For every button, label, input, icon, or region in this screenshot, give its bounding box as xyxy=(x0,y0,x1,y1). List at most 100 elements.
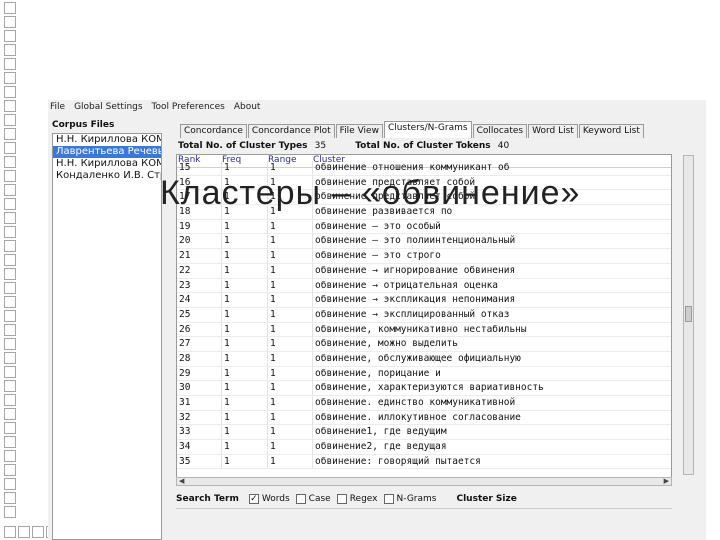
corpus-file-item[interactable]: Лаврентьева Речевы xyxy=(53,146,161,158)
corpus-files-label: Corpus Files xyxy=(52,120,115,130)
cell-rank: 21 xyxy=(177,249,222,263)
menu-file[interactable]: File xyxy=(50,102,65,116)
cell-rank: 33 xyxy=(177,425,222,440)
slide-bullet-column xyxy=(4,2,18,520)
cell-rank: 32 xyxy=(177,410,222,425)
slide-bullet-square xyxy=(4,16,16,28)
checkbox-regex[interactable] xyxy=(336,494,347,504)
checkbox-label: Words xyxy=(261,494,290,504)
checkbox-label: N-Grams xyxy=(396,494,437,504)
cell-freq: 1 xyxy=(222,351,268,366)
cell-freq: 1 xyxy=(222,425,268,440)
tab-concordance[interactable]: Concordance xyxy=(180,124,247,138)
menu-global-settings[interactable]: Global Settings xyxy=(74,102,142,116)
slide-bullet-square xyxy=(4,100,16,112)
cell-rank: 26 xyxy=(177,322,222,337)
slide-bullet-square xyxy=(4,282,16,294)
scroll-left-icon[interactable]: ◀ xyxy=(179,477,184,485)
cluster-stats: Total No. of Cluster Types 35 Total No. … xyxy=(178,141,513,151)
tab-concordance-plot[interactable]: Concordance Plot xyxy=(247,124,335,138)
slide-bullet-square xyxy=(4,464,16,476)
checkbox-case[interactable] xyxy=(295,494,306,504)
tab-collocates[interactable]: Collocates xyxy=(472,124,528,138)
cell-freq: 1 xyxy=(222,278,268,293)
cell-cluster: обвинение → отрицательная оценка xyxy=(315,279,499,291)
slide-bullet-square xyxy=(4,184,16,196)
corpus-file-item[interactable]: Н.Н. Кириллова КОМ xyxy=(53,158,161,170)
cell-range: 1 xyxy=(268,161,313,175)
cell-rank: 31 xyxy=(177,396,222,410)
table-row[interactable]: 23 1 1 обвинение → отрицательная оценка xyxy=(177,278,671,294)
slide-bullet-square xyxy=(4,86,16,98)
corpus-file-item[interactable]: Кондаленко И.В. Стр xyxy=(53,170,161,182)
slide-bullet-square xyxy=(4,254,16,266)
cell-freq: 1 xyxy=(222,249,268,263)
cell-range: 1 xyxy=(268,366,313,381)
menu-about[interactable]: About xyxy=(234,102,261,116)
cell-rank: 25 xyxy=(177,307,222,322)
checkbox-words[interactable]: ✓ xyxy=(248,494,259,504)
cell-range: 1 xyxy=(268,322,313,337)
cell-cluster: обвинение – это строго xyxy=(315,250,441,262)
cell-range: 1 xyxy=(268,278,313,293)
table-row[interactable]: 27 1 1 обвинение, можно выделить xyxy=(177,337,671,352)
slide-bullet-square xyxy=(4,310,16,322)
table-row[interactable]: 34 1 1 обвинение2, где ведущая xyxy=(177,440,671,455)
slide-bullet-square xyxy=(4,324,16,336)
slide-bullet-square xyxy=(4,506,16,518)
menu-bar: File Global Settings Tool Preferences Ab… xyxy=(48,102,260,116)
slide-bullet-square xyxy=(4,394,16,406)
tab-file-view[interactable]: File View xyxy=(335,124,383,138)
table-row[interactable]: 21 1 1 обвинение – это строго xyxy=(177,249,671,264)
horizontal-scrollbar[interactable]: ◀ ▶ xyxy=(176,477,672,486)
slide-bullet-square xyxy=(4,408,16,420)
checkbox-label: Regex xyxy=(349,494,378,504)
tab-keyword-list[interactable]: Keyword List xyxy=(578,124,644,138)
scroll-thumb[interactable] xyxy=(685,306,692,322)
cell-rank: 15 xyxy=(177,161,222,175)
cell-freq: 1 xyxy=(222,234,268,249)
table-row[interactable]: 24 1 1 обвинение → экспликация непонимания xyxy=(177,293,671,308)
table-row[interactable]: 26 1 1 обвинение, коммуникативно нестабильн… xyxy=(177,322,671,338)
slide-bullet-square xyxy=(4,338,16,350)
checkbox-n-grams[interactable] xyxy=(383,494,394,504)
slide-bullet-square xyxy=(4,198,16,210)
cell-freq: 1 xyxy=(222,307,268,322)
search-term-label: Search Term xyxy=(176,494,239,504)
menu-tool-preferences[interactable]: Tool Preferences xyxy=(152,102,225,116)
cell-freq: 1 xyxy=(222,381,268,395)
table-row[interactable]: 31 1 1 обвинение. единство коммуникативной xyxy=(177,396,671,411)
scroll-right-icon[interactable]: ▶ xyxy=(664,477,669,485)
corpus-file-list[interactable]: Н.Н. Кириллова КОМ Лаврентьева Речевы Н.Н.… xyxy=(52,133,162,540)
slide-bullet-square xyxy=(4,226,16,238)
checkbox-label: Case xyxy=(308,494,331,504)
vertical-scrollbar[interactable] xyxy=(683,155,694,475)
cluster-tokens-value: 40 xyxy=(497,141,510,151)
cell-rank: 34 xyxy=(177,440,222,454)
cell-cluster: обвинение, коммуникативно нестабильны xyxy=(315,323,527,335)
table-row[interactable]: 20 1 1 обвинение – это полиинтенциональный xyxy=(177,234,671,250)
table-row[interactable]: 29 1 1 обвинение, порицание и xyxy=(177,366,671,382)
cell-range: 1 xyxy=(268,381,313,395)
table-row[interactable]: 22 1 1 обвинение → игнорирование обвинения xyxy=(177,263,671,279)
search-term-input[interactable] xyxy=(176,508,672,518)
table-row[interactable]: 25 1 1 обвинение → эксплицированный отказ xyxy=(177,307,671,323)
table-row[interactable]: 32 1 1 обвинение. иллокутивное согласование xyxy=(177,410,671,426)
slide-bullet-square xyxy=(4,422,16,434)
tab-word-list[interactable]: Word List xyxy=(528,124,578,138)
slide-bullet-square xyxy=(18,526,30,538)
table-row[interactable]: 35 1 1 обвинение: говорящий пытается xyxy=(177,454,671,470)
cell-range: 1 xyxy=(268,440,313,454)
cell-freq: 1 xyxy=(222,263,268,278)
table-row[interactable]: 33 1 1 обвинение1, где ведущим xyxy=(177,425,671,441)
slide-bullet-square xyxy=(4,58,16,70)
cell-freq: 1 xyxy=(222,396,268,410)
cell-rank: 23 xyxy=(177,278,222,293)
corpus-file-item[interactable]: Н.Н. Кириллова КОМ xyxy=(53,134,161,146)
table-row[interactable]: 19 1 1 обвинение – это особый xyxy=(177,219,671,235)
tab-clusters-n-grams[interactable]: Clusters/N-Grams xyxy=(383,121,472,138)
table-row[interactable]: 30 1 1 обвинение, характеризуются вариативн… xyxy=(177,381,671,396)
cell-freq: 1 xyxy=(222,337,268,351)
table-row[interactable]: 28 1 1 обвинение, обслуживающее официальную xyxy=(177,351,671,367)
slide-bullet-square xyxy=(4,366,16,378)
